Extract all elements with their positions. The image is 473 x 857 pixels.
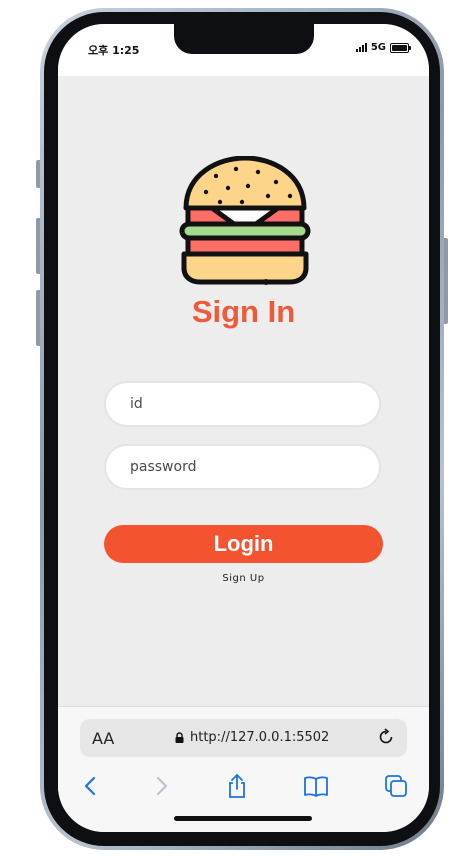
lock-icon [175,732,184,743]
battery-icon [390,42,411,53]
address-bar[interactable]: AA http://127.0.0.1:5502 [80,719,407,757]
password-input[interactable] [104,444,381,490]
volume-up-button [36,218,40,274]
login-button[interactable]: Login [104,525,383,563]
notch [174,24,314,54]
status-indicators: 5G [355,42,411,53]
bookmarks-icon[interactable] [303,773,329,799]
network-type: 5G [370,42,386,53]
power-button [444,238,448,324]
browser-toolbar [58,767,429,807]
screen: 오후 1:25 5G Sign In id Login Sign Up AA h… [58,24,429,832]
safari-bottom-bar: AA http://127.0.0.1:5502 [58,706,429,832]
volume-down-button [36,290,40,346]
text-size-label: AA [92,729,115,748]
login-page: Sign In Login Sign Up [58,76,429,706]
share-icon[interactable] [224,773,250,799]
url-display[interactable]: http://127.0.0.1:5502 [175,730,329,745]
forward-icon[interactable] [148,773,174,799]
id-input[interactable] [104,381,381,427]
mute-switch [36,160,40,188]
page-title: Sign In [191,294,296,329]
status-time: 오후 1:25 [88,44,140,57]
url-text: http://127.0.0.1:5502 [190,730,330,745]
status-bar: 오후 1:25 5G [58,24,429,76]
signup-link[interactable]: Sign Up [58,573,429,584]
reload-icon[interactable] [377,728,395,746]
back-icon[interactable] [78,773,104,799]
burger-icon [179,156,311,285]
signal-icon [355,43,367,52]
home-indicator [174,816,312,821]
tabs-icon[interactable] [383,773,409,799]
text-size-button[interactable]: AA [92,729,114,748]
